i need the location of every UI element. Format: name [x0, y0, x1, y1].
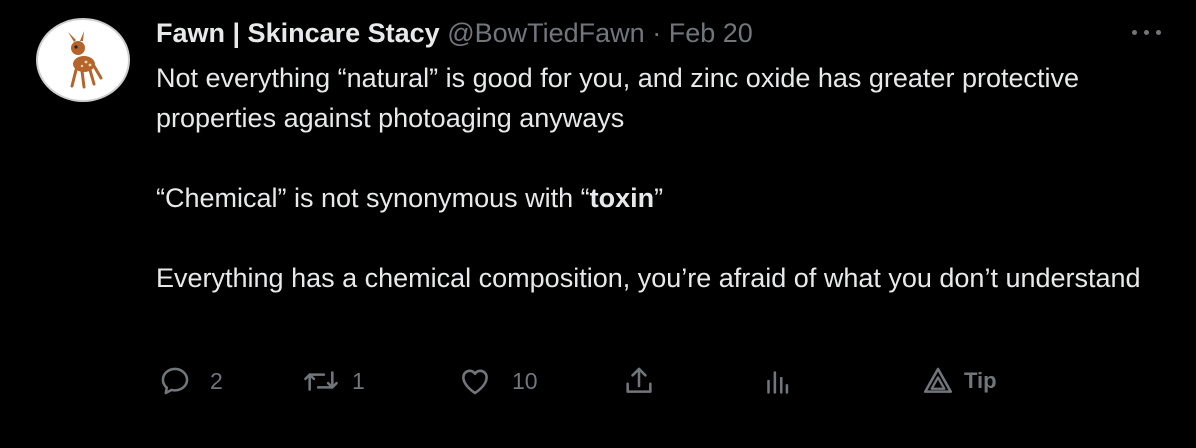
retweet-icon [304, 371, 338, 391]
separator: · [652, 18, 662, 48]
avatar[interactable] [36, 18, 130, 102]
reply-icon [161, 367, 189, 395]
more-dots-icon [1144, 30, 1149, 35]
tip-button[interactable]: Tip [920, 360, 997, 402]
tweet-paragraph-1: Not everything “natural” is good for you… [156, 63, 1079, 133]
like-count: 10 [512, 367, 538, 394]
tip-label: Tip [964, 368, 997, 393]
like-button[interactable]: 10 [458, 360, 538, 402]
tweet: Fawn | Skincare Stacy @BowTiedFawn · Feb… [0, 0, 1196, 448]
retweet-button[interactable]: 1 [302, 360, 365, 402]
tweet-date[interactable]: Feb 20 [669, 18, 753, 48]
more-options-button[interactable] [1128, 22, 1168, 42]
tip-icon [923, 367, 953, 393]
tweet-paragraph-2: “Chemical” is not synonymous with “toxin… [156, 178, 1156, 218]
analytics-icon [767, 371, 789, 394]
tweet-header: Fawn | Skincare Stacy @BowTiedFawn · Feb… [156, 16, 753, 50]
tweet-paragraph-3: Everything has a chemical composition, y… [156, 263, 1141, 293]
display-name[interactable]: Fawn | Skincare Stacy [156, 18, 440, 48]
tweet-text: Not everything “natural” is good for you… [156, 58, 1156, 298]
retweet-count: 1 [352, 367, 365, 394]
reply-button[interactable]: 2 [158, 360, 223, 402]
user-handle[interactable]: @BowTiedFawn [447, 18, 644, 48]
close-quote: ” [654, 183, 664, 213]
share-button[interactable] [622, 360, 656, 402]
action-bar: 2 1 10 Tip [156, 360, 1056, 402]
analytics-button[interactable] [760, 360, 794, 402]
tweet-text-fragment: “Chemical” is not synonymous with [156, 183, 581, 213]
share-icon [626, 367, 652, 393]
reply-count: 2 [210, 367, 223, 394]
more-dots-icon [1156, 30, 1161, 35]
bold-word: toxin [589, 183, 655, 213]
more-dots-icon [1132, 30, 1137, 35]
open-quote: “ [580, 183, 590, 213]
bambi-fawn-avatar-icon [68, 31, 103, 89]
heart-icon [462, 369, 488, 395]
